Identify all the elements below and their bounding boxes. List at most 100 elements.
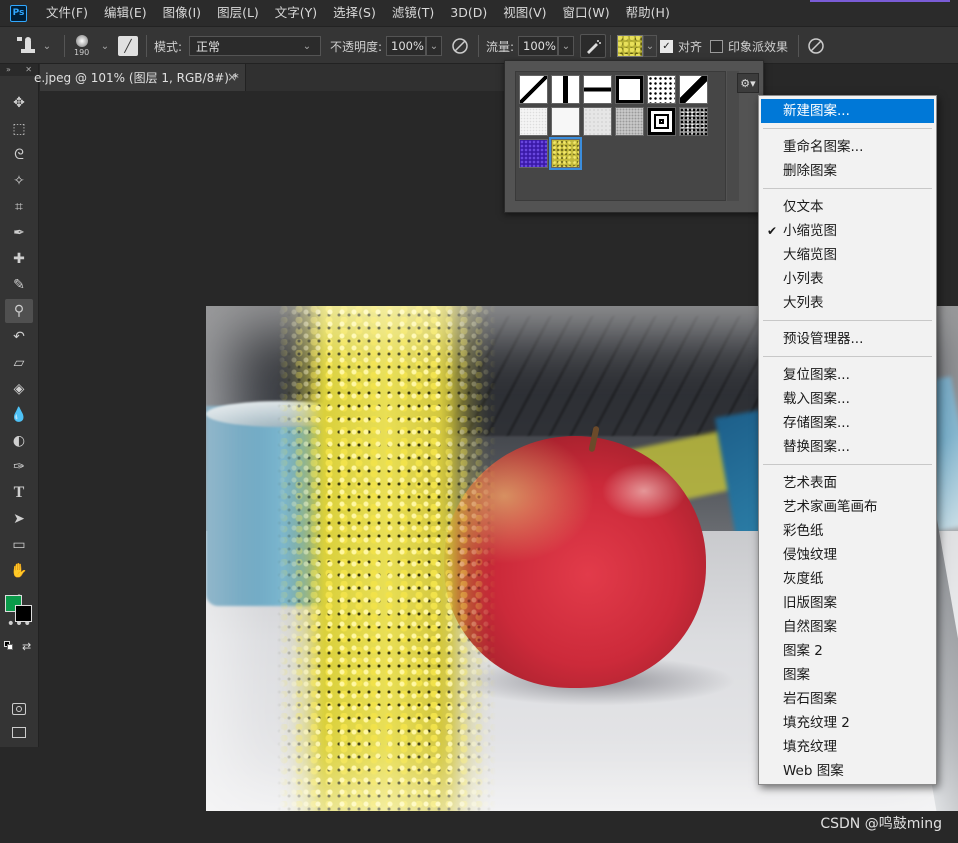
mode-value: 正常 (196, 39, 221, 54)
menu-item[interactable]: 新建图案... (761, 99, 934, 123)
menu-item[interactable]: 自然图案 (761, 615, 934, 639)
flow-input[interactable]: 100% (518, 36, 558, 56)
pen-icon[interactable]: ✑ (5, 455, 33, 479)
pattern-black-white-noise[interactable] (679, 107, 708, 136)
lasso-icon[interactable]: ᘓ (5, 143, 33, 167)
crop-icon[interactable]: ⌗ (5, 195, 33, 219)
swap-colors-icon[interactable]: ⇄ (22, 640, 31, 653)
menu-item[interactable]: 填充纹理 2 (761, 711, 934, 735)
healing-icon[interactable]: ✚ (5, 247, 33, 271)
menu-item-label: 复位图案... (783, 367, 850, 383)
menu-item[interactable]: 重命名图案... (761, 135, 934, 159)
marquee-icon[interactable]: ⬚ (5, 117, 33, 141)
menu-item[interactable]: 载入图案... (761, 387, 934, 411)
default-colors-icon[interactable] (4, 641, 14, 651)
brush-preset-picker[interactable]: 190 (74, 27, 89, 65)
checkbox-checked-icon: ✓ (660, 39, 673, 53)
pattern-diagonal-line[interactable] (519, 75, 548, 104)
mode-select[interactable]: 正常 ⌄ (189, 36, 321, 56)
flow-dropdown[interactable]: ⌄ (558, 36, 574, 56)
menu-help[interactable]: 帮助(H) (618, 0, 678, 26)
pattern-gray-noise[interactable] (615, 107, 644, 136)
quick-mask-icon[interactable] (5, 697, 33, 721)
eyedropper-icon[interactable]: ✒ (5, 221, 33, 245)
dodge-icon[interactable]: ◐ (5, 429, 33, 453)
pattern-purple-texture[interactable] (519, 139, 548, 168)
menu-item[interactable]: 删除图案 (761, 159, 934, 183)
paint-bucket-icon[interactable]: ◈ (5, 377, 33, 401)
menu-filter[interactable]: 滤镜(T) (384, 0, 442, 26)
menu-type[interactable]: 文字(Y) (267, 0, 325, 26)
menu-item[interactable]: 彩色纸 (761, 519, 934, 543)
menu-item[interactable]: 替换图案... (761, 435, 934, 459)
pattern-dropdown[interactable]: ⌄ (643, 35, 657, 57)
pattern-swatch[interactable] (617, 35, 643, 57)
background-color-swatch[interactable] (15, 605, 32, 622)
menu-layer[interactable]: 图层(L) (209, 0, 267, 26)
move-icon[interactable]: ✥ (5, 91, 33, 115)
tool-preset-picker[interactable]: ⌄ (16, 27, 54, 65)
pattern-concentric-square[interactable] (647, 107, 676, 136)
menu-item[interactable]: 侵蚀纹理 (761, 543, 934, 567)
pressure-opacity-button[interactable] (450, 27, 470, 65)
menu-item[interactable]: Web 图案 (761, 759, 934, 783)
menu-window[interactable]: 窗口(W) (555, 0, 618, 26)
menu-item[interactable]: 小列表 (761, 267, 934, 291)
screen-mode-icon[interactable] (5, 720, 33, 744)
pattern-white-noise[interactable] (519, 107, 548, 136)
hand-icon[interactable]: ✋ (5, 559, 33, 583)
pressure-size-button[interactable] (806, 27, 826, 65)
type-icon[interactable]: T (5, 481, 33, 505)
menu-item[interactable]: 灰度纸 (761, 567, 934, 591)
toolbar-header[interactable]: » ✕ (0, 64, 38, 76)
opacity-input[interactable]: 100% (386, 36, 426, 56)
menu-3d[interactable]: 3D(D) (442, 0, 495, 26)
rectangle-icon[interactable]: ▭ (5, 533, 33, 557)
pattern-horizontal-bar[interactable] (583, 75, 612, 104)
pattern-vertical-bar[interactable] (551, 75, 580, 104)
gear-icon[interactable]: ⚙▾ (737, 73, 759, 93)
menu-item[interactable]: 艺术表面 (761, 471, 934, 495)
document-tab[interactable]: e.jpeg @ 101% (图层 1, RGB/8#) * × (34, 64, 246, 91)
collapse-icon[interactable]: » (6, 64, 11, 76)
menu-item[interactable]: 仅文本 (761, 195, 934, 219)
magic-wand-icon[interactable]: ✧ (5, 169, 33, 193)
menu-item[interactable]: 大缩览图 (761, 243, 934, 267)
menu-view[interactable]: 视图(V) (495, 0, 554, 26)
eraser-icon[interactable]: ▱ (5, 351, 33, 375)
pattern-diagonal-stripe[interactable] (679, 75, 708, 104)
menu-file[interactable]: 文件(F) (38, 0, 96, 26)
menu-item[interactable]: 图案 (761, 663, 934, 687)
path-selection-icon[interactable]: ➤ (5, 507, 33, 531)
menu-item[interactable]: 艺术家画笔画布 (761, 495, 934, 519)
menu-item[interactable]: 图案 2 (761, 639, 934, 663)
airbrush-button[interactable] (580, 34, 606, 58)
menu-item[interactable]: ✔ 小缩览图 (761, 219, 934, 243)
blur-icon[interactable]: 💧 (5, 403, 33, 427)
pattern-black-frame[interactable] (615, 75, 644, 104)
brush-icon[interactable]: ✎ (5, 273, 33, 297)
history-brush-icon[interactable]: ↶ (5, 325, 33, 349)
opacity-dropdown[interactable]: ⌄ (426, 36, 442, 56)
menu-edit[interactable]: 编辑(E) (96, 0, 155, 26)
chevron-down-icon[interactable]: ⌄ (98, 41, 112, 52)
pattern-white-light[interactable] (551, 107, 580, 136)
menu-item[interactable]: 岩石图案 (761, 687, 934, 711)
brush-settings-button[interactable]: ╱ (118, 27, 138, 65)
menu-image[interactable]: 图像(I) (155, 0, 209, 26)
menu-item[interactable]: 复位图案... (761, 363, 934, 387)
pattern-yellow-flowers[interactable] (549, 137, 582, 170)
pattern-dots[interactable] (647, 75, 676, 104)
close-icon[interactable]: ✕ (25, 64, 32, 76)
menu-item[interactable]: 存储图案... (761, 411, 934, 435)
menu-item-label: Web 图案 (783, 763, 844, 779)
menu-item[interactable]: 预设管理器... (761, 327, 934, 351)
menu-item-label: 重命名图案... (783, 139, 864, 155)
menu-item[interactable]: 大列表 (761, 291, 934, 315)
menu-select[interactable]: 选择(S) (325, 0, 384, 26)
pattern-stamp-icon[interactable]: ⚲ (5, 299, 33, 323)
menu-item[interactable]: 旧版图案 (761, 591, 934, 615)
close-icon[interactable]: × (227, 70, 237, 84)
pattern-light-gray[interactable] (583, 107, 612, 136)
menu-item[interactable]: 填充纹理 (761, 735, 934, 759)
